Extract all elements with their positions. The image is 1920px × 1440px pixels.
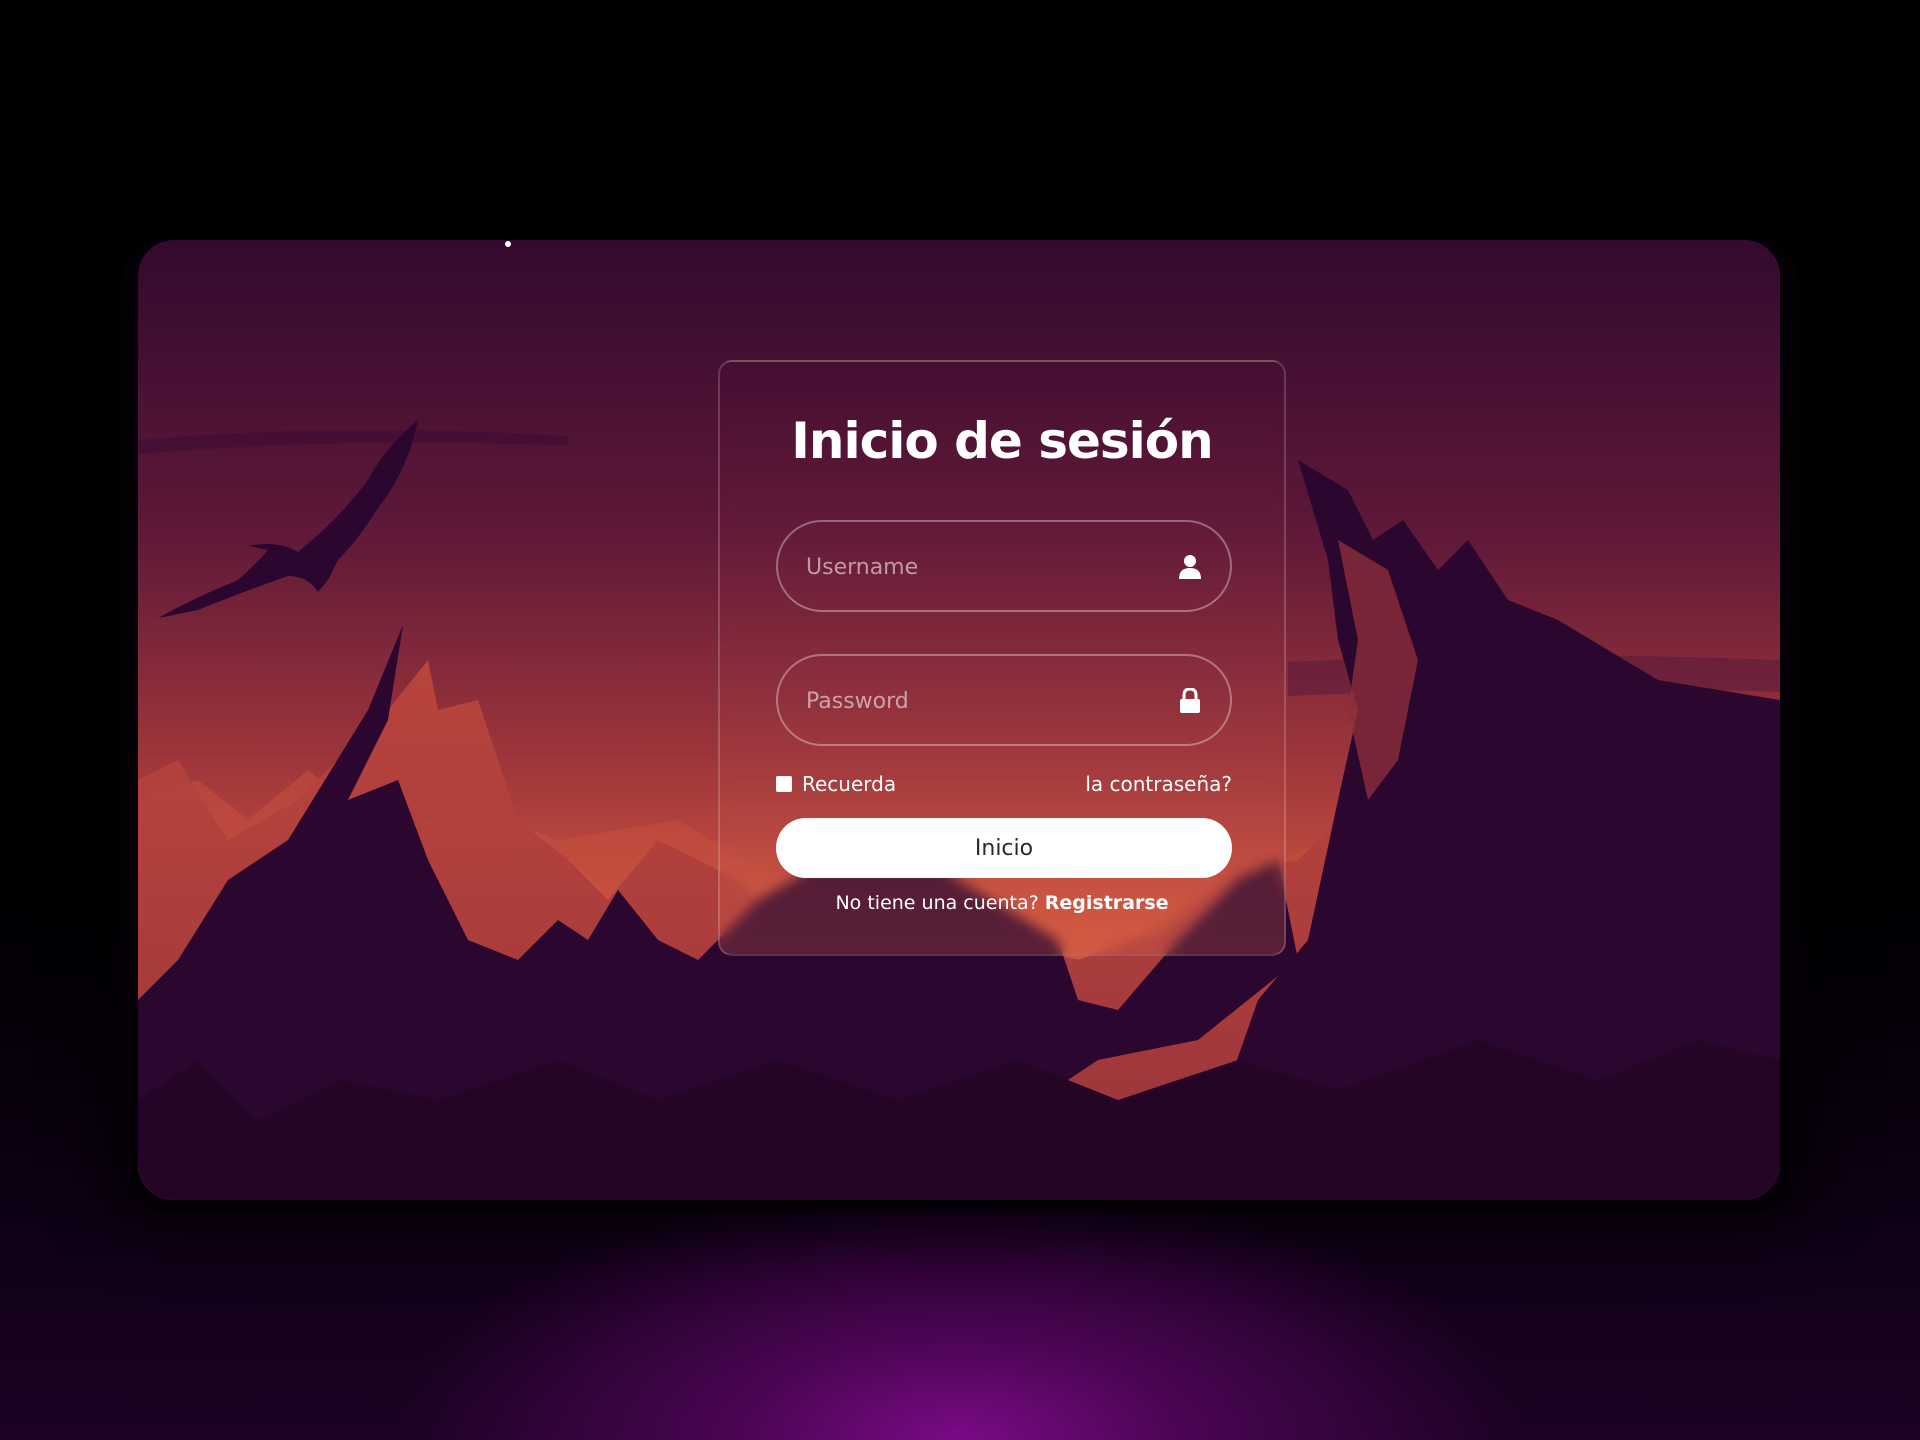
register-prompt: No tiene una cuenta? (835, 892, 1039, 914)
lock-icon (1180, 688, 1200, 713)
page-title: Inicio de sesión (791, 412, 1214, 470)
login-button[interactable]: Inicio (776, 818, 1232, 878)
password-field[interactable] (776, 654, 1232, 746)
username-field[interactable] (776, 520, 1232, 612)
remember-me[interactable]: Recuerda (776, 772, 896, 796)
user-icon (1179, 555, 1201, 579)
register-line: No tiene una cuenta? Registrarse (720, 892, 1284, 914)
remember-label: Recuerda (802, 772, 897, 796)
login-options: Recuerda la contraseña? (776, 770, 1232, 800)
forgot-password-link[interactable]: la contraseña? (1085, 772, 1232, 796)
remember-checkbox[interactable] (776, 776, 792, 792)
register-link[interactable]: Registrarse (1045, 892, 1169, 914)
username-input[interactable] (804, 522, 1148, 612)
login-card: Inicio de sesión Recuerda la contraseña?… (718, 360, 1286, 956)
password-input[interactable] (804, 656, 1148, 746)
